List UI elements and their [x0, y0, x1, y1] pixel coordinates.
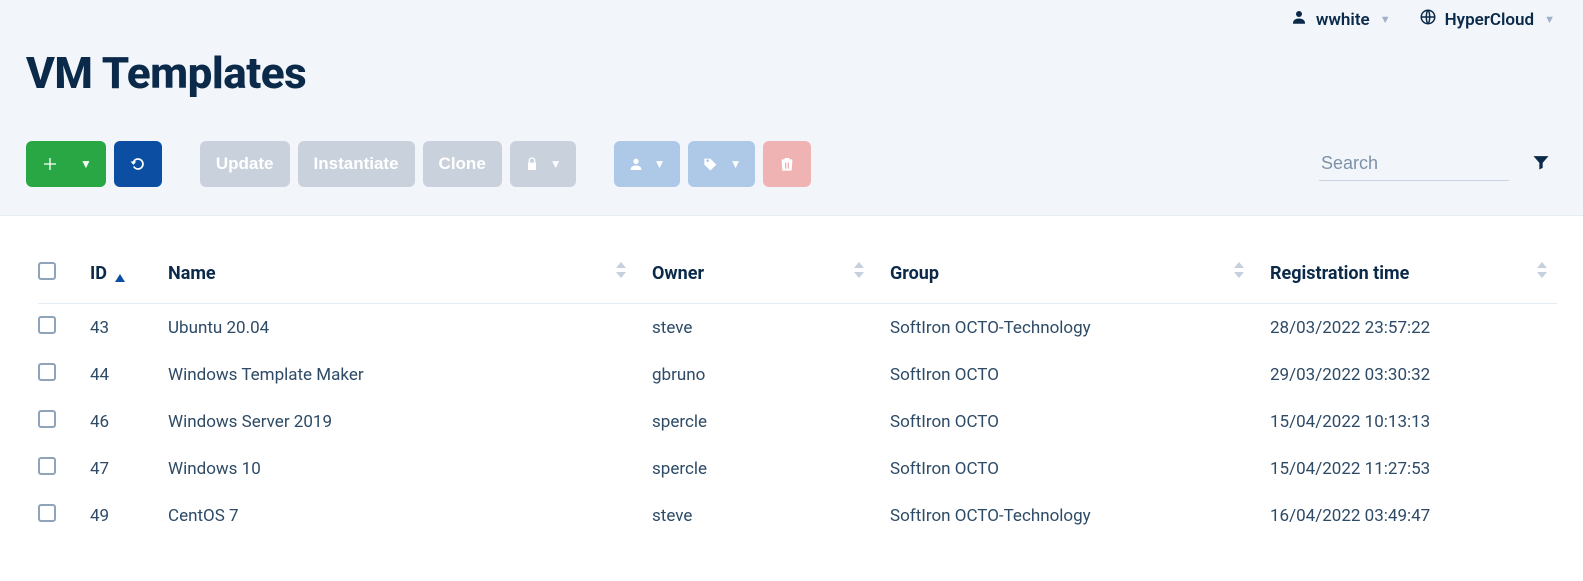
table-row[interactable]: 47Windows 10spercleSoftIron OCTO15/04/20…	[38, 445, 1557, 492]
cell-name: Windows 10	[168, 445, 652, 492]
tenant-name: HyperCloud	[1445, 10, 1535, 30]
column-header-id-label: ID	[90, 263, 107, 284]
cell-owner: steve	[652, 492, 890, 539]
table-row[interactable]: 43Ubuntu 20.04steveSoftIron OCTO-Technol…	[38, 304, 1557, 352]
tag-menu-button[interactable]: ▼	[688, 141, 756, 187]
cell-name: Ubuntu 20.04	[168, 304, 652, 352]
cell-registration: 29/03/2022 03:30:32	[1270, 351, 1557, 398]
row-checkbox[interactable]	[38, 504, 56, 522]
column-header-group-label: Group	[890, 263, 939, 284]
column-header-owner-label: Owner	[652, 263, 704, 284]
update-label: Update	[216, 154, 274, 174]
update-button[interactable]: Update	[200, 141, 290, 187]
clone-label: Clone	[439, 154, 486, 174]
lock-menu-button[interactable]: ▼	[510, 141, 576, 187]
cell-group: SoftIron OCTO-Technology	[890, 492, 1270, 539]
column-header-group[interactable]: Group	[890, 244, 1270, 304]
caret-down-icon: ▼	[1544, 13, 1555, 26]
cell-owner: steve	[652, 304, 890, 352]
sort-asc-icon	[115, 266, 125, 287]
globe-icon	[1419, 8, 1437, 31]
select-all-checkbox[interactable]	[38, 262, 56, 280]
user-name: wwhite	[1316, 10, 1370, 30]
trash-icon	[779, 155, 795, 173]
plus-icon	[42, 156, 58, 172]
cell-name: Windows Server 2019	[168, 398, 652, 445]
cell-owner: gbruno	[652, 351, 890, 398]
page-header: VM Templates ▼ Update	[0, 35, 1583, 216]
cell-registration: 16/04/2022 03:49:47	[1270, 492, 1557, 539]
cell-id: 44	[90, 351, 168, 398]
caret-down-icon: ▼	[730, 157, 742, 171]
column-header-registration-label: Registration time	[1270, 263, 1409, 284]
table-row[interactable]: 44Windows Template MakergbrunoSoftIron O…	[38, 351, 1557, 398]
column-header-registration[interactable]: Registration time	[1270, 244, 1557, 304]
cell-id: 43	[90, 304, 168, 352]
sort-icon	[1234, 262, 1244, 283]
cell-group: SoftIron OCTO	[890, 445, 1270, 492]
cell-group: SoftIron OCTO	[890, 398, 1270, 445]
refresh-button[interactable]	[114, 141, 162, 187]
row-checkbox[interactable]	[38, 316, 56, 334]
instantiate-label: Instantiate	[314, 154, 399, 174]
column-header-owner[interactable]: Owner	[652, 244, 890, 304]
user-icon	[1290, 8, 1308, 31]
column-header-id[interactable]: ID	[90, 244, 168, 304]
cell-group: SoftIron OCTO-Technology	[890, 304, 1270, 352]
table-row[interactable]: 49CentOS 7steveSoftIron OCTO-Technology1…	[38, 492, 1557, 539]
tenant-menu[interactable]: HyperCloud ▼	[1419, 8, 1555, 31]
sort-icon	[1537, 262, 1547, 283]
instantiate-button[interactable]: Instantiate	[298, 141, 415, 187]
row-checkbox[interactable]	[38, 363, 56, 381]
topbar: wwhite ▼ HyperCloud ▼	[0, 0, 1583, 35]
row-checkbox[interactable]	[38, 457, 56, 475]
cell-id: 49	[90, 492, 168, 539]
clone-button[interactable]: Clone	[423, 141, 502, 187]
templates-table: ID Name Owner	[0, 216, 1583, 539]
column-header-name-label: Name	[168, 263, 216, 284]
sort-icon	[616, 262, 626, 283]
table-header-row: ID Name Owner	[38, 244, 1557, 304]
cell-owner: spercle	[652, 398, 890, 445]
lock-icon	[524, 156, 540, 172]
cell-owner: spercle	[652, 445, 890, 492]
cell-registration: 28/03/2022 23:57:22	[1270, 304, 1557, 352]
cell-name: CentOS 7	[168, 492, 652, 539]
caret-down-icon: ▼	[654, 157, 666, 171]
cell-id: 46	[90, 398, 168, 445]
sort-icon	[854, 262, 864, 283]
tag-icon	[702, 156, 720, 172]
cell-registration: 15/04/2022 11:27:53	[1270, 445, 1557, 492]
owner-menu-button[interactable]: ▼	[614, 141, 680, 187]
caret-down-icon: ▼	[550, 157, 562, 171]
page-title: VM Templates	[26, 47, 1557, 99]
cell-group: SoftIron OCTO	[890, 351, 1270, 398]
cell-name: Windows Template Maker	[168, 351, 652, 398]
filter-icon[interactable]	[1531, 152, 1551, 176]
cell-id: 47	[90, 445, 168, 492]
cell-registration: 15/04/2022 10:13:13	[1270, 398, 1557, 445]
toolbar: ▼ Update Instantiate Clone	[26, 141, 1557, 187]
search-input[interactable]	[1319, 147, 1509, 181]
user-menu[interactable]: wwhite ▼	[1290, 8, 1391, 31]
refresh-icon	[128, 154, 148, 174]
caret-down-icon: ▼	[1380, 13, 1391, 26]
column-header-name[interactable]: Name	[168, 244, 652, 304]
user-icon	[628, 156, 644, 172]
caret-down-icon: ▼	[80, 157, 92, 171]
row-checkbox[interactable]	[38, 410, 56, 428]
delete-button[interactable]	[763, 141, 811, 187]
create-button[interactable]: ▼	[26, 141, 106, 187]
table-row[interactable]: 46Windows Server 2019spercleSoftIron OCT…	[38, 398, 1557, 445]
